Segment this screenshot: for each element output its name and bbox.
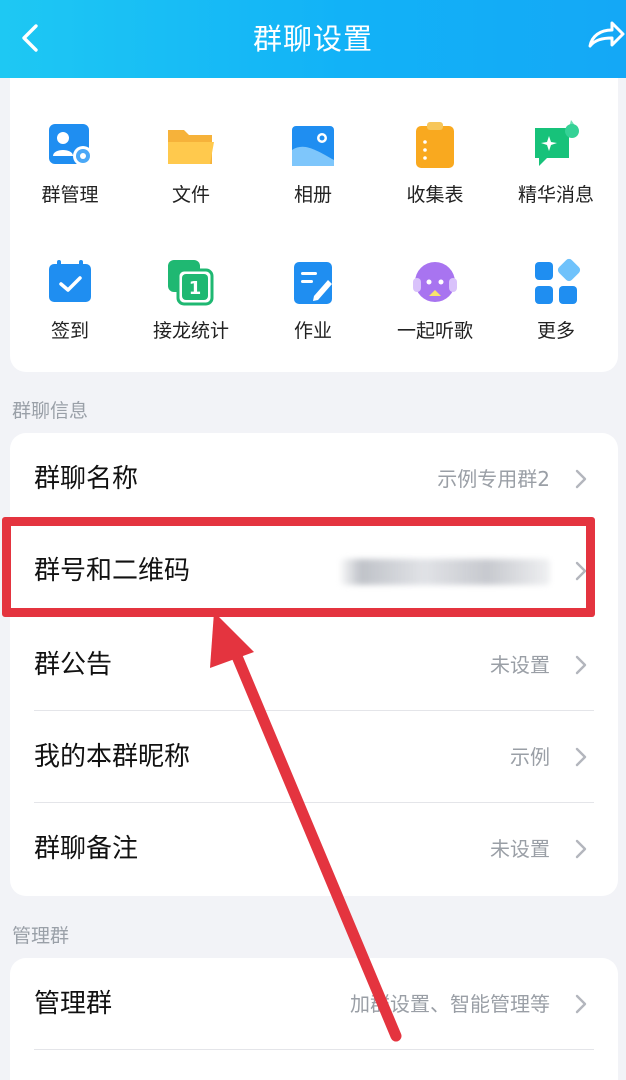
grid-item-album[interactable]: 相册: [253, 120, 373, 230]
chevron-right-icon: [575, 747, 587, 767]
listen-music-icon: [413, 262, 457, 302]
grid-item-label: 文件: [171, 184, 210, 206]
grid-item-label: 更多: [536, 320, 575, 342]
row-key: 管理群: [34, 989, 113, 1019]
row-value: 未设置: [490, 653, 550, 677]
chain-count-icon: 1: [168, 260, 214, 306]
grid-item-homework[interactable]: 作业: [253, 256, 373, 366]
grid-item-label: 相册: [293, 184, 332, 206]
grid-item-highlight[interactable]: 精华消息: [496, 120, 616, 230]
row-value: 示例: [510, 745, 550, 769]
photo-album-icon: [292, 126, 334, 166]
row-key: 群聊名称: [34, 464, 139, 494]
row-key: 群公告: [34, 650, 113, 680]
svg-text:1: 1: [189, 278, 202, 299]
grid-item-checkin[interactable]: 签到: [10, 256, 130, 366]
chevron-right-icon: [575, 839, 587, 859]
share-forward-icon[interactable]: [586, 16, 626, 56]
divider: [34, 1049, 594, 1050]
page-title: 群聊设置: [252, 22, 373, 56]
folder-icon: [168, 130, 214, 164]
row-value: 示例专用群2: [437, 467, 550, 491]
highlight-message-icon: [535, 120, 579, 166]
row-group-remark[interactable]: 群聊备注 未设置: [10, 803, 618, 895]
row-group-notice[interactable]: 群公告 未设置: [10, 619, 618, 711]
homework-icon: [294, 262, 332, 304]
group-manage-icon: [49, 124, 93, 166]
grid-item-label: 作业: [293, 320, 332, 342]
grid-item-group-manage[interactable]: 群管理: [10, 120, 130, 230]
row-value: 加群设置、智能管理等: [350, 992, 550, 1016]
grid-item-files[interactable]: 文件: [131, 120, 251, 230]
row-value: 未设置: [490, 837, 550, 861]
chevron-right-icon: [575, 994, 587, 1014]
grid-item-label: 一起听歌: [396, 320, 473, 342]
row-key: 我的本群昵称: [34, 742, 191, 772]
grid-item-label: 精华消息: [517, 184, 594, 206]
section-label-manage: 管理群: [12, 925, 70, 947]
grid-item-listen-music[interactable]: 一起听歌: [375, 256, 495, 366]
row-key: 群聊备注: [34, 834, 139, 864]
grid-item-chain-count[interactable]: 1 接龙统计: [131, 256, 251, 366]
chevron-right-icon: [575, 469, 587, 489]
grid-item-label: 接龙统计: [152, 320, 229, 342]
annotation-highlight-box: [2, 517, 595, 617]
chevron-right-icon: [575, 655, 587, 675]
row-manage-group[interactable]: 管理群 加群设置、智能管理等: [10, 958, 618, 1050]
more-apps-icon: [535, 258, 581, 304]
group-info-card: 群聊名称 示例专用群2 群号和二维码 群公告 未设置 我的本群昵称 示例 群聊备…: [10, 433, 618, 896]
grid-item-label: 群管理: [41, 184, 99, 206]
calendar-checkin-icon: [49, 260, 91, 302]
section-label-group-info: 群聊信息: [12, 400, 89, 422]
grid-item-label: 签到: [50, 320, 89, 342]
grid-item-label: 收集表: [406, 184, 464, 206]
feature-grid-card: 群管理 文件 相册 收集表 精华消息 签到 1 接龙统计 作业 一起听歌 更多: [10, 78, 618, 372]
row-group-name[interactable]: 群聊名称 示例专用群2: [10, 433, 618, 525]
row-my-nickname[interactable]: 我的本群昵称 示例: [10, 711, 618, 803]
clipboard-form-icon: [416, 122, 454, 168]
manage-card: 管理群 加群设置、智能管理等: [10, 958, 618, 1080]
grid-item-more[interactable]: 更多: [496, 256, 616, 366]
top-nav-bar: 群聊设置: [0, 0, 626, 78]
grid-item-collect-form[interactable]: 收集表: [375, 120, 495, 230]
